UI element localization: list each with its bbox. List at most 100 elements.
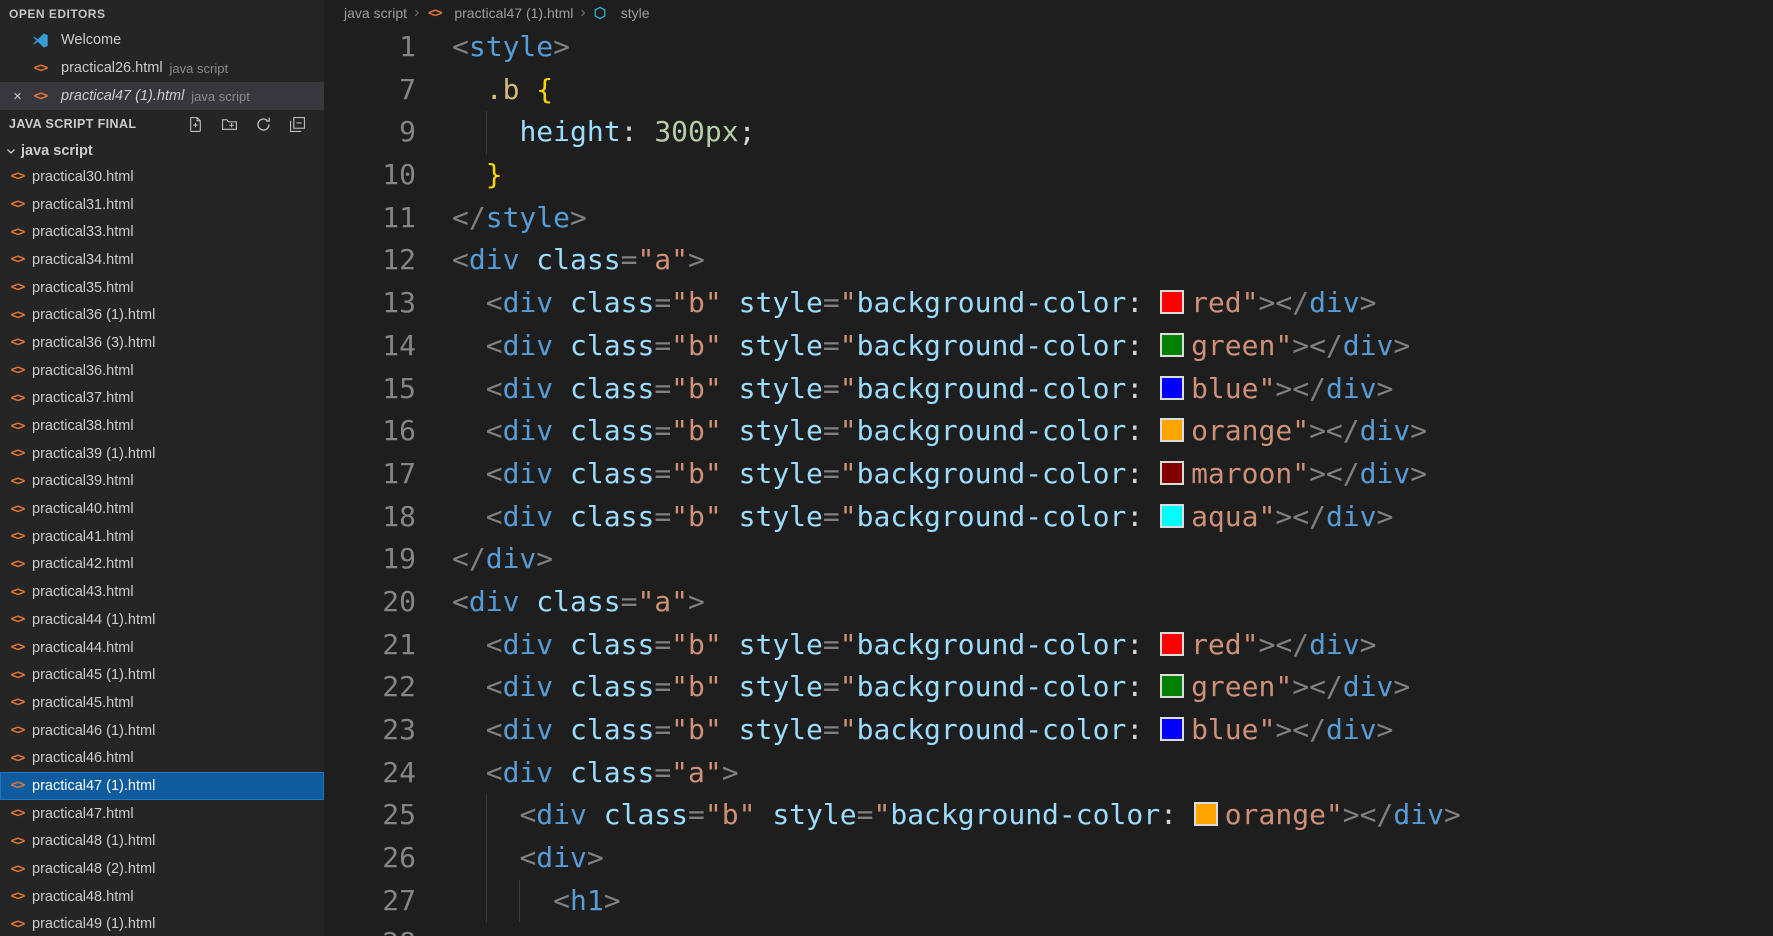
open-editor-item[interactable]: ×<>practical47 (1).htmljava script <box>0 82 324 110</box>
color-swatch[interactable] <box>1160 632 1184 656</box>
code-line[interactable]: 1<style> <box>324 26 1773 69</box>
file-item[interactable]: <>practical39.html <box>0 468 324 496</box>
code-token <box>587 798 604 831</box>
explorer-section-header[interactable]: JAVA SCRIPT FINAL <box>0 110 324 138</box>
code-line[interactable]: 19</div> <box>324 538 1773 581</box>
file-item[interactable]: <>practical46 (1).html <box>0 717 324 745</box>
file-item[interactable]: <>practical46.html <box>0 744 324 772</box>
code-line[interactable]: 7 .b { <box>324 69 1773 112</box>
code-token: > <box>1377 500 1394 533</box>
file-item[interactable]: <>practical37.html <box>0 385 324 413</box>
file-item[interactable]: <>practical42.html <box>0 551 324 579</box>
code-line[interactable]: 27 <h1> <box>324 880 1773 923</box>
code-line[interactable]: 22 <div class="b" style="background-colo… <box>324 666 1773 709</box>
code-token <box>519 585 536 618</box>
code-token: red" <box>1191 628 1258 661</box>
code-token <box>553 414 570 447</box>
file-name: practical48 (1).html <box>32 833 155 849</box>
file-item[interactable]: <>practical45.html <box>0 689 324 717</box>
code-line[interactable]: 12<div class="a"> <box>324 239 1773 282</box>
code-token: blue" <box>1191 372 1275 405</box>
file-item[interactable]: <>practical48 (1).html <box>0 828 324 856</box>
new-file-button[interactable] <box>187 116 210 133</box>
code-line[interactable]: 24 <div class="a"> <box>324 752 1773 795</box>
code-line[interactable]: 21 <div class="b" style="background-colo… <box>324 624 1773 667</box>
file-item[interactable]: <>practical38.html <box>0 412 324 440</box>
file-item[interactable]: <>practical31.html <box>0 191 324 219</box>
code-token <box>553 372 570 405</box>
breadcrumb-item[interactable]: java script <box>344 5 407 21</box>
new-folder-button[interactable] <box>221 116 244 133</box>
color-swatch[interactable] <box>1194 802 1218 826</box>
code-token: "b" <box>671 286 722 319</box>
file-item[interactable]: <>practical40.html <box>0 495 324 523</box>
file-item[interactable]: <>practical44 (1).html <box>0 606 324 634</box>
code-line[interactable]: 15 <div class="b" style="background-colo… <box>324 368 1773 411</box>
color-swatch[interactable] <box>1160 418 1184 442</box>
code-token <box>722 628 739 661</box>
code-line[interactable]: 17 <div class="b" style="background-colo… <box>324 453 1773 496</box>
file-item[interactable]: <>practical49 (1).html <box>0 911 324 936</box>
open-editor-item[interactable]: <>practical26.htmljava script <box>0 54 324 82</box>
color-swatch[interactable] <box>1160 290 1184 314</box>
file-item[interactable]: <>practical36.html <box>0 357 324 385</box>
code-token: : <box>1126 628 1160 661</box>
code-line[interactable]: 18 <div class="b" style="background-colo… <box>324 496 1773 539</box>
code-token: div <box>536 841 587 874</box>
code-line[interactable]: 20<div class="a"> <box>324 581 1773 624</box>
file-item[interactable]: <>practical36 (1).html <box>0 301 324 329</box>
file-item[interactable]: <>practical35.html <box>0 274 324 302</box>
color-swatch[interactable] <box>1160 461 1184 485</box>
code-line[interactable]: 26 <div> <box>324 837 1773 880</box>
code-line[interactable]: 25 <div class="b" style="background-colo… <box>324 794 1773 837</box>
code-token: = <box>654 713 671 746</box>
indent-guide <box>486 880 487 923</box>
color-swatch[interactable] <box>1160 674 1184 698</box>
file-item[interactable]: <>practical48 (2).html <box>0 855 324 883</box>
code-token: : <box>1126 414 1160 447</box>
code-token: ></ <box>1275 713 1326 746</box>
file-item[interactable]: <>practical34.html <box>0 246 324 274</box>
file-item[interactable]: <>practical39 (1).html <box>0 440 324 468</box>
code-token: = <box>654 286 671 319</box>
code-token: style <box>739 414 823 447</box>
color-swatch[interactable] <box>1160 376 1184 400</box>
file-name: practical47 (1).html <box>32 778 155 794</box>
file-name: practical30.html <box>32 169 134 185</box>
color-swatch[interactable] <box>1160 717 1184 741</box>
file-item[interactable]: <>practical45 (1).html <box>0 661 324 689</box>
file-item[interactable]: <>practical43.html <box>0 578 324 606</box>
code-token: } <box>486 158 503 191</box>
file-item[interactable]: <>practical33.html <box>0 218 324 246</box>
breadcrumb-item[interactable]: style <box>593 5 650 21</box>
code-token: : <box>621 115 655 148</box>
code-line[interactable]: 14 <div class="b" style="background-colo… <box>324 325 1773 368</box>
breadcrumb-label: java script <box>344 5 407 21</box>
file-item[interactable]: <>practical48.html <box>0 883 324 911</box>
code-token: red" <box>1191 286 1258 319</box>
breadcrumb-item[interactable]: <>practical47 (1).html <box>426 5 573 21</box>
file-item[interactable]: <>practical47 (1).html <box>0 772 324 800</box>
code-line[interactable]: 13 <div class="b" style="background-colo… <box>324 282 1773 325</box>
refresh-button[interactable] <box>255 116 278 133</box>
open-editor-item[interactable]: Welcome <box>0 26 324 54</box>
code-token: blue" <box>1191 713 1275 746</box>
color-swatch[interactable] <box>1160 333 1184 357</box>
file-item[interactable]: <>practical41.html <box>0 523 324 551</box>
code-line[interactable]: 11</style> <box>324 197 1773 240</box>
close-icon[interactable]: × <box>9 88 26 105</box>
folder-row-java-script[interactable]: java script <box>0 138 324 163</box>
code-area[interactable]: 1<style>7 .b {9 height: 300px;10 }11</st… <box>324 26 1773 936</box>
collapse-all-button[interactable] <box>289 116 312 133</box>
code-line[interactable]: 9 height: 300px; <box>324 111 1773 154</box>
file-item[interactable]: <>practical44.html <box>0 634 324 662</box>
code-line[interactable]: 16 <div class="b" style="background-colo… <box>324 410 1773 453</box>
code-token <box>452 884 553 917</box>
code-line[interactable]: 23 <div class="b" style="background-colo… <box>324 709 1773 752</box>
file-item[interactable]: <>practical36 (3).html <box>0 329 324 357</box>
code-line[interactable]: 10 } <box>324 154 1773 197</box>
file-item[interactable]: <>practical47.html <box>0 800 324 828</box>
color-swatch[interactable] <box>1160 504 1184 528</box>
code-line[interactable]: 28 <box>324 922 1773 936</box>
file-item[interactable]: <>practical30.html <box>0 163 324 191</box>
